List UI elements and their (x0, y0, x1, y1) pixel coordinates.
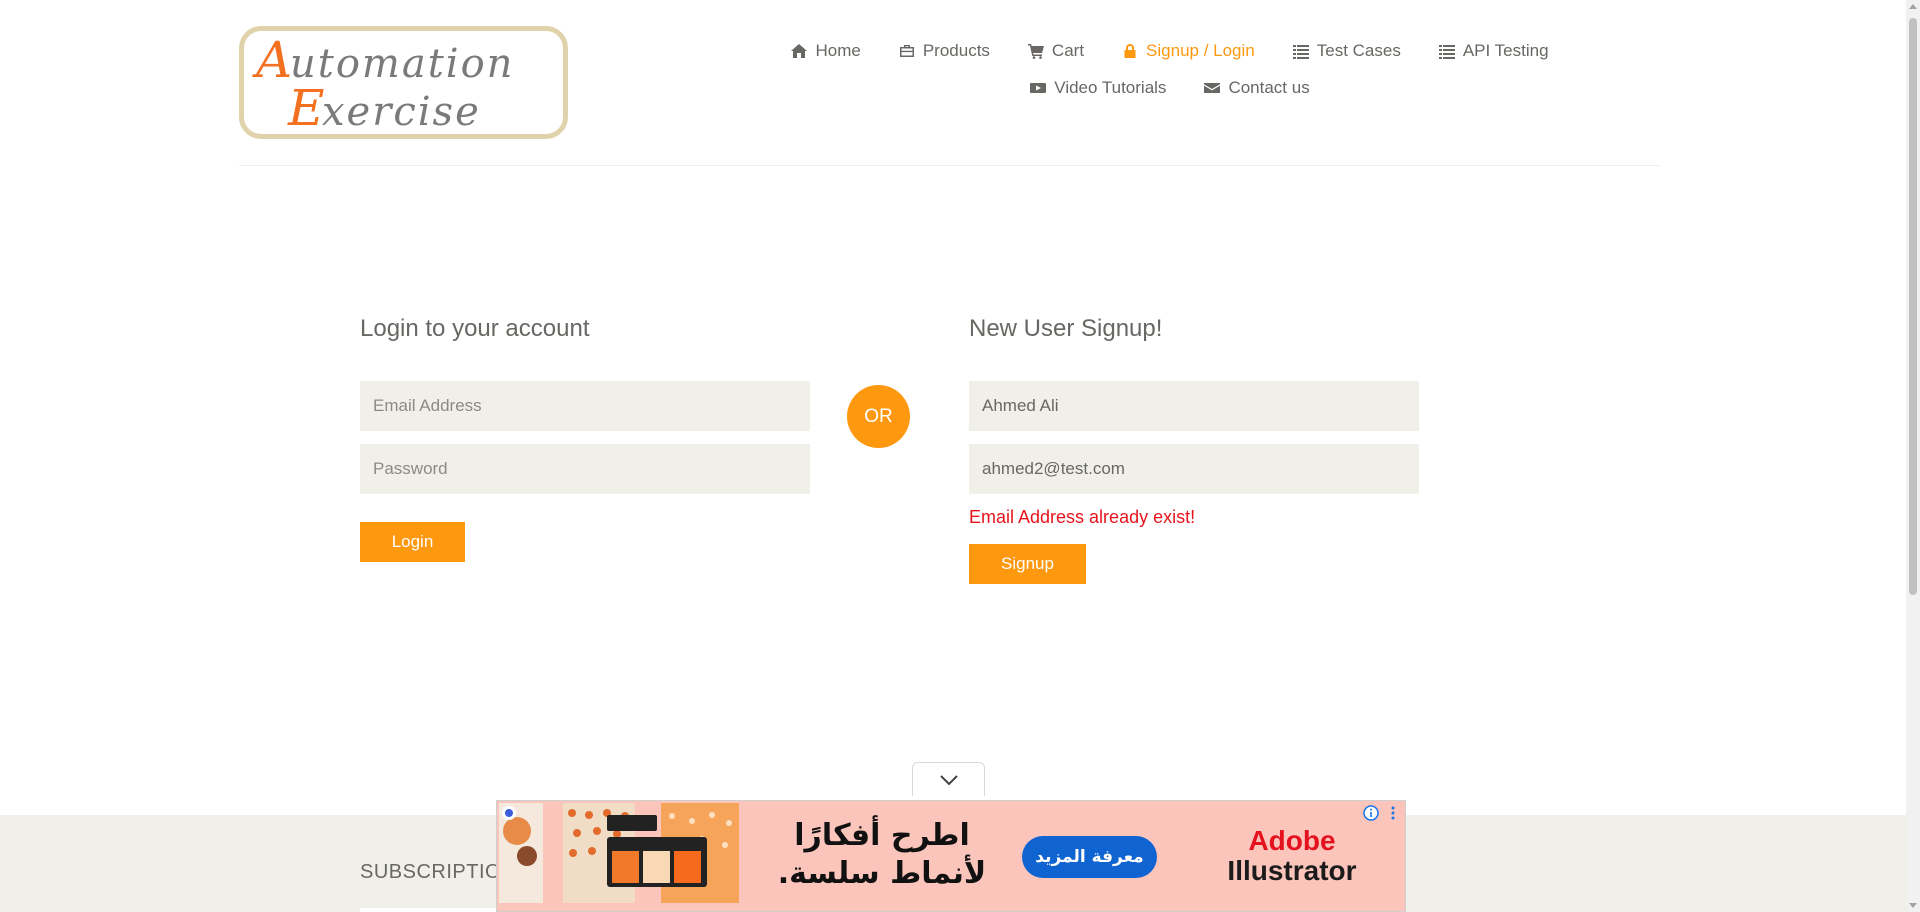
list-icon (1438, 45, 1455, 59)
nav-item-label: Cart (1051, 41, 1085, 60)
nav-item-signup-login[interactable]: Signup / Login (1122, 41, 1255, 61)
ad-collapse-button[interactable] (912, 762, 985, 796)
nav-item-video-tutorials[interactable]: Video Tutorials (1030, 78, 1166, 98)
envelope-icon (1204, 83, 1221, 93)
ad-learn-more-button[interactable]: معرفة المزيد (1022, 836, 1157, 878)
nav-item-label: Products (922, 41, 990, 60)
cart-icon (1027, 44, 1044, 59)
nav-item-test-cases[interactable]: Test Cases (1292, 41, 1401, 61)
site-logo[interactable]: A utomation E xercise (239, 26, 568, 139)
nav-item-label: Contact us (1228, 78, 1310, 97)
ad-brand-line-1: Adobe (1248, 825, 1336, 856)
nav-item-label: Test Cases (1316, 41, 1401, 60)
chevron-down-icon (939, 774, 958, 785)
nav-item-home[interactable]: Home (791, 41, 861, 61)
youtube-icon (1030, 83, 1047, 93)
login-button[interactable]: Login (360, 522, 465, 562)
nav-row-1: Home Products Cart Signup / Login Test C… (720, 36, 1620, 66)
signup-button[interactable]: Signup (969, 544, 1086, 584)
logo-letter-e: E (287, 79, 325, 134)
signup-error-message: Email Address already exist! (969, 507, 1196, 527)
nav-item-api-testing[interactable]: API Testing (1438, 41, 1549, 61)
or-divider: OR (847, 385, 910, 448)
ad-banner[interactable]: اطرح أفكارًا لأنماط سلسة. معرفة المزيد A… (496, 800, 1406, 912)
logo-text-2: xercise (322, 89, 481, 134)
ad-product-images (497, 801, 742, 911)
ad-headline-line-2: لأنماط سلسة. (777, 856, 987, 891)
main-nav: Home Products Cart Signup / Login Test C… (720, 36, 1620, 103)
page: A utomation E xercise Home Products Cart… (0, 0, 1920, 912)
signup-name-input[interactable]: Ahmed Ali (969, 381, 1419, 431)
nav-row-2: Video Tutorials Contact us (720, 73, 1620, 103)
lock-icon (1124, 44, 1136, 58)
nav-item-label: API Testing (1462, 41, 1549, 60)
ad-brand-line-2: Illustrator (1227, 855, 1357, 886)
nav-item-label: Home (815, 41, 861, 60)
ad-menu-icon[interactable] (1389, 805, 1397, 821)
nav-item-products[interactable]: Products (899, 41, 990, 61)
scroll-down-arrow-icon[interactable] (1909, 903, 1917, 908)
login-email-input[interactable]: Email Address (360, 381, 810, 431)
signup-email-input[interactable]: ahmed2@test.com (969, 444, 1419, 494)
subscription-title: SUBSCRIPTIO (360, 861, 502, 883)
ad-brand: Adobe Illustrator (1212, 826, 1372, 886)
list-icon (1292, 45, 1309, 59)
briefcase-icon (899, 45, 914, 57)
ad-headline-line-1: اطرح أفكارًا (794, 818, 970, 853)
nav-item-label: Video Tutorials (1054, 78, 1167, 97)
home-icon (791, 44, 808, 58)
nav-item-contact-us[interactable]: Contact us (1204, 78, 1310, 98)
login-title: Login to your account (360, 315, 590, 342)
login-password-input[interactable]: Password (360, 444, 810, 494)
header-divider (239, 165, 1661, 166)
ad-headline: اطرح أفكارًا لأنماط سلسة. (767, 817, 997, 893)
signup-title: New User Signup! (969, 315, 1163, 342)
scrollbar-thumb[interactable] (1909, 18, 1917, 595)
nav-item-cart[interactable]: Cart (1027, 41, 1085, 61)
page-scrollbar[interactable] (1906, 0, 1920, 912)
nav-item-label: Signup / Login (1146, 41, 1255, 60)
logo-letter-a: A (252, 31, 292, 89)
scroll-up-arrow-icon[interactable] (1909, 4, 1917, 9)
logo-graphic: A utomation E xercise (252, 31, 512, 134)
ad-info-icon[interactable] (1363, 805, 1379, 821)
